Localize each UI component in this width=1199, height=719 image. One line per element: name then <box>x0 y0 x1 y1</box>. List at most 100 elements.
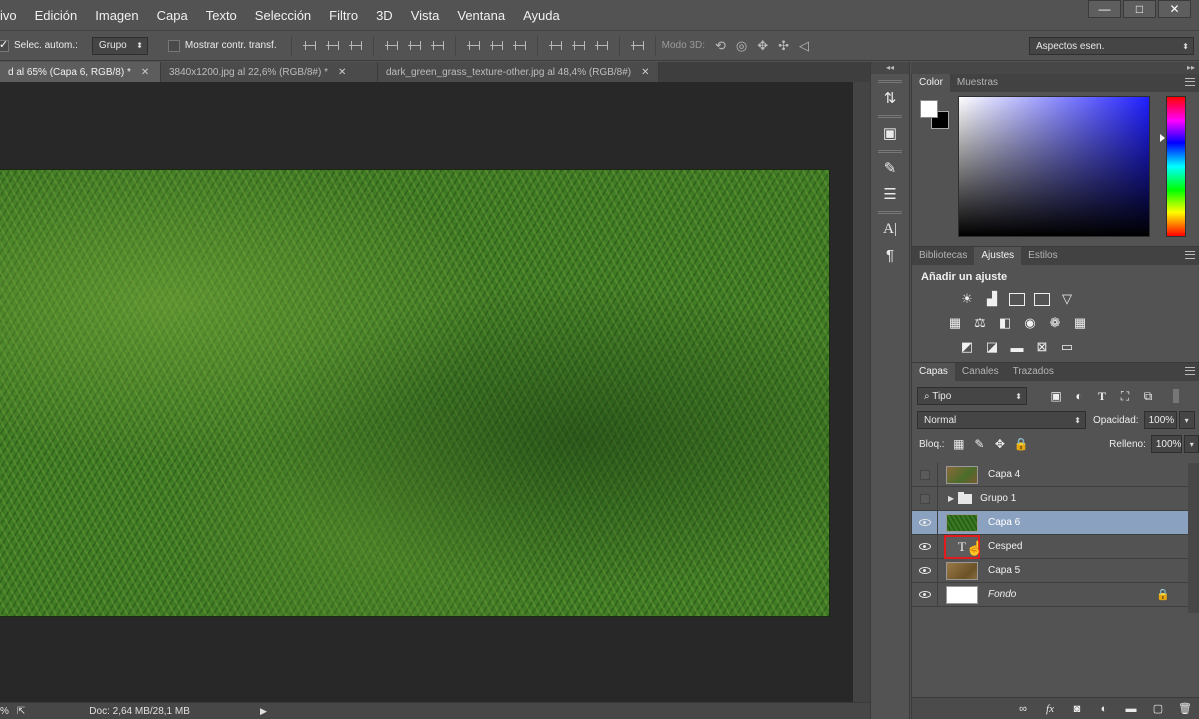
auto-select-dropdown[interactable]: Grupo ⬍ <box>91 36 148 55</box>
maximize-button[interactable]: □ <box>1123 0 1156 18</box>
rotate-3d-icon[interactable]: ⟲ <box>715 38 726 54</box>
tab-swatches[interactable]: Muestras <box>950 74 1005 92</box>
align-bottom-icon[interactable] <box>348 39 362 52</box>
tab-channels[interactable]: Canales <box>955 363 1006 381</box>
layer-capa-6[interactable]: Capa 6 <box>912 510 1188 535</box>
opacity-chevron-down-icon[interactable]: ▾ <box>1178 411 1195 429</box>
close-icon[interactable]: ✕ <box>641 67 649 78</box>
new-group-icon[interactable]: ▬ <box>1124 702 1138 716</box>
visibility-toggle[interactable] <box>912 486 938 511</box>
brush-preset-icon[interactable]: ✎ <box>879 157 901 179</box>
workspace-dropdown[interactable]: Aspectos esen. ⬍ <box>1029 37 1194 55</box>
tab-adjustments[interactable]: Ajustes <box>974 247 1022 265</box>
hue-saturation-icon[interactable]: ▦ <box>946 315 964 331</box>
layer-fondo[interactable]: Fondo 🔒 <box>912 582 1188 607</box>
minimize-button[interactable]: — <box>1088 0 1121 18</box>
distribute-vcenter-icon[interactable] <box>489 39 503 52</box>
curves-icon[interactable] <box>1008 291 1026 307</box>
menu-filtro[interactable]: Filtro <box>320 8 367 23</box>
expand-triangle-icon[interactable]: ▶ <box>948 494 954 503</box>
fill-chevron-down-icon[interactable]: ▾ <box>1184 435 1199 453</box>
properties-3d-icon[interactable]: ▣ <box>879 122 901 144</box>
levels-icon[interactable]: ▟ <box>983 291 1001 307</box>
visibility-toggle[interactable] <box>912 510 938 535</box>
grip-handle[interactable] <box>878 80 902 83</box>
status-menu-arrow-icon[interactable]: ▶ <box>260 706 267 717</box>
fill-input[interactable]: 100% <box>1150 435 1183 453</box>
history-icon[interactable]: ⇅ <box>879 87 901 109</box>
distribute-top-icon[interactable] <box>466 39 480 52</box>
blend-mode-dropdown[interactable]: Normal ⬍ <box>917 411 1086 429</box>
visibility-toggle[interactable] <box>912 558 938 583</box>
tab-document-2[interactable]: 3840x1200.jpg al 22,6% (RGB/8#) * ✕ <box>161 62 378 82</box>
lock-position-icon[interactable]: ✥ <box>994 437 1007 451</box>
opacity-input[interactable]: 100% <box>1143 411 1177 429</box>
menu-archivo[interactable]: ivo <box>0 8 26 23</box>
layer-style-icon[interactable]: fx <box>1043 702 1057 716</box>
filter-adjustment-icon[interactable]: ◐ <box>1072 389 1086 403</box>
layer-capa-5[interactable]: Capa 5 <box>912 558 1188 583</box>
brushes-icon[interactable]: ☰ <box>879 183 901 205</box>
photo-filter-icon[interactable]: ◉ <box>1021 315 1039 331</box>
panel-menu-icon[interactable] <box>1185 78 1195 86</box>
lock-image-icon[interactable]: ✎ <box>973 437 986 451</box>
invert-icon[interactable]: ◩ <box>958 339 976 355</box>
new-adjustment-icon[interactable]: ◐ <box>1097 702 1111 716</box>
color-lookup-icon[interactable]: ▦ <box>1071 315 1089 331</box>
exposure-icon[interactable] <box>1033 291 1051 307</box>
new-layer-icon[interactable]: ▢ <box>1151 702 1165 716</box>
lock-all-icon[interactable]: 🔒 <box>1014 437 1029 451</box>
visibility-toggle[interactable] <box>912 534 938 559</box>
threshold-icon[interactable]: ▬ <box>1008 339 1026 355</box>
filter-toggle[interactable] <box>1173 389 1179 403</box>
layer-grupo-1[interactable]: ▶ Grupo 1 <box>912 486 1188 511</box>
tab-layers[interactable]: Capas <box>912 363 955 381</box>
menu-imagen[interactable]: Imagen <box>86 8 147 23</box>
auto-align-icon[interactable] <box>630 39 644 52</box>
scale-3d-icon[interactable]: ◁ <box>799 38 809 54</box>
tab-paths[interactable]: Trazados <box>1006 363 1061 381</box>
close-button[interactable]: ✕ <box>1158 0 1191 18</box>
collapse-icon[interactable]: ◂◂ <box>871 62 909 74</box>
distribute-bottom-icon[interactable] <box>512 39 526 52</box>
lock-transparent-icon[interactable]: ▦ <box>953 437 966 451</box>
pan-3d-icon[interactable]: ✥ <box>757 38 768 54</box>
visibility-toggle[interactable] <box>912 462 938 487</box>
add-mask-icon[interactable]: ◙ <box>1070 702 1084 716</box>
vibrance-icon[interactable]: ▽ <box>1058 291 1076 307</box>
grip-handle[interactable] <box>878 211 902 214</box>
close-icon[interactable]: ✕ <box>141 67 149 78</box>
grip-handle[interactable] <box>878 150 902 153</box>
character-icon[interactable]: A| <box>879 218 901 240</box>
align-top-icon[interactable] <box>302 39 316 52</box>
color-field[interactable] <box>958 96 1150 237</box>
link-layers-icon[interactable]: ∞ <box>1016 702 1030 716</box>
layers-scrollbar[interactable] <box>1188 463 1199 613</box>
align-vcenter-icon[interactable] <box>325 39 339 52</box>
panel-menu-icon[interactable] <box>1185 251 1195 259</box>
tab-document-3[interactable]: dark_green_grass_texture-other.jpg al 48… <box>378 62 659 82</box>
channel-mixer-icon[interactable]: ❁ <box>1046 315 1064 331</box>
menu-vista[interactable]: Vista <box>402 8 449 23</box>
tab-document-1[interactable]: d al 65% (Capa 6, RGB/8) * ✕ <box>0 62 161 82</box>
filter-smart-object-icon[interactable]: ⧉ <box>1141 389 1155 403</box>
menu-texto[interactable]: Texto <box>197 8 246 23</box>
canvas-area[interactable] <box>0 82 853 702</box>
tab-color[interactable]: Color <box>912 74 950 92</box>
grip-handle[interactable] <box>878 115 902 118</box>
filter-type-icon[interactable]: T <box>1095 389 1109 403</box>
tab-styles[interactable]: Estilos <box>1021 247 1064 265</box>
close-icon[interactable]: ✕ <box>338 67 346 78</box>
menu-capa[interactable]: Capa <box>148 8 197 23</box>
grass-image-canvas[interactable] <box>0 170 829 616</box>
black-white-icon[interactable]: ◧ <box>996 315 1014 331</box>
visibility-toggle[interactable] <box>912 582 938 607</box>
delete-layer-icon[interactable]: 🗑 <box>1178 702 1192 716</box>
menu-edicion[interactable]: Edición <box>26 8 87 23</box>
roll-3d-icon[interactable]: ◎ <box>736 38 747 54</box>
layer-capa-4[interactable]: Capa 4 <box>912 462 1188 487</box>
slide-3d-icon[interactable]: ✣ <box>778 38 789 54</box>
export-icon[interactable]: ⇱ <box>17 706 25 717</box>
align-left-icon[interactable] <box>384 39 398 52</box>
posterize-icon[interactable]: ◪ <box>983 339 1001 355</box>
